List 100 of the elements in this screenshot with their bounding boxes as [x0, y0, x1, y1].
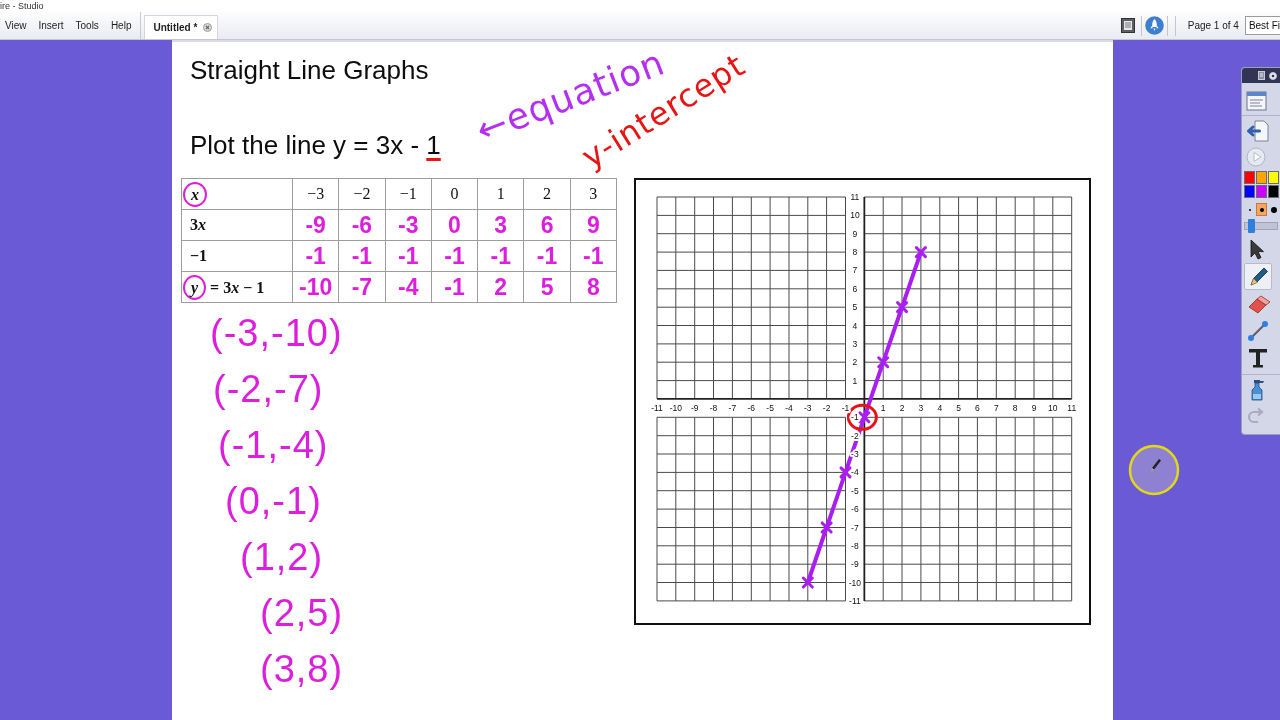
y-tick-label: -8	[851, 540, 859, 551]
handwritten-value: -1	[292, 240, 339, 272]
handwritten-value: -4	[385, 271, 432, 303]
menu-item[interactable]: View	[0, 17, 33, 34]
y-tick-label: 1	[852, 375, 858, 386]
instruction-text: Plot the line y = 3x - 1	[190, 130, 441, 160]
handwritten-value: -1	[385, 240, 432, 272]
x-tick-label: -4	[785, 403, 793, 414]
point-marker	[801, 576, 814, 589]
tool-button[interactable]	[1244, 263, 1272, 290]
color-swatch[interactable]	[1256, 171, 1267, 184]
y-tick-label: 4	[852, 320, 858, 331]
color-swatch[interactable]	[1268, 171, 1279, 184]
handwritten-value: -7	[338, 271, 386, 303]
handwritten-value: 6	[523, 209, 571, 241]
x-tick-label: -8	[709, 403, 718, 414]
point-marker	[820, 521, 833, 534]
close-icon[interactable]	[203, 23, 213, 32]
slider-track[interactable]	[1244, 222, 1278, 230]
circle-icon[interactable]	[1269, 71, 1277, 80]
x-tick-label: 10	[1048, 403, 1058, 414]
arrow-document-icon[interactable]	[1246, 119, 1270, 143]
y-tick-label: -5	[851, 485, 859, 496]
color-swatch[interactable]	[1244, 185, 1255, 198]
y-tick-label: 7	[852, 265, 858, 276]
y-tick-label: 11	[850, 192, 860, 202]
y-tick-label: -11	[849, 595, 861, 606]
y-tick-label: -7	[851, 522, 859, 533]
x-tick-label: -9	[690, 403, 699, 414]
x-tick-label: -1	[841, 403, 850, 414]
window-list-icon[interactable]	[1246, 90, 1268, 112]
page-indicator: Page 1 of 4	[1187, 20, 1239, 31]
menu-item[interactable]: Help	[104, 17, 138, 34]
handwritten-point: (-3,-10)	[210, 311, 343, 355]
handwritten-value: -3	[385, 209, 432, 241]
y-tick-label: -6	[851, 504, 859, 515]
window-title: ire - Studio	[0, 0, 44, 12]
color-swatch[interactable]	[1268, 185, 1279, 198]
x-tick-label: -6	[747, 403, 756, 414]
x-tick-label: 9	[1031, 403, 1037, 414]
menu-item[interactable]: Insert	[32, 17, 70, 34]
handwritten-value: 5	[523, 271, 571, 303]
pen-cursor-icon	[1128, 444, 1180, 496]
handwritten-point: (-2,-7)	[213, 367, 324, 411]
y-tick-label: 6	[852, 283, 858, 294]
y-tick-label: -4	[851, 467, 859, 478]
x-tick-label: -11	[651, 403, 663, 414]
y-tick-label: 3	[852, 338, 858, 349]
x-tick-label: -7	[728, 403, 737, 414]
slider-thumb[interactable]	[1247, 219, 1255, 233]
handwritten-value: -1	[338, 240, 386, 272]
x-tick-label: -2	[822, 403, 831, 414]
x-tick-label: 5	[956, 403, 961, 414]
table-cell: −3	[292, 178, 339, 210]
handwritten-point: (1,2)	[240, 535, 324, 579]
line-tool-icon	[1246, 318, 1270, 343]
table-cell: 3	[570, 178, 617, 210]
handwritten-value: -1	[570, 240, 617, 272]
handwritten-value: -1	[431, 240, 478, 272]
table-cell: 2	[523, 178, 571, 210]
table-cell: −2	[338, 178, 386, 210]
rocket-icon[interactable]	[1144, 16, 1164, 35]
point-marker	[858, 411, 871, 424]
handwritten-value: 8	[570, 271, 617, 303]
handwritten-value: 2	[477, 271, 524, 303]
x-tick-label: 4	[937, 403, 943, 414]
x-tick-label: 2	[899, 403, 905, 414]
table-cell: 0	[431, 178, 478, 210]
x-tick-label: 3	[918, 403, 924, 414]
x-tick-label: 8	[1012, 403, 1018, 414]
y-tick-label: 5	[852, 302, 858, 313]
handwritten-value: 9	[570, 209, 617, 241]
row-label: 3x	[181, 209, 293, 241]
y-tick-label: 2	[852, 357, 858, 368]
handwritten-point: (3,8)	[260, 647, 344, 691]
x-tick-label: -10	[669, 403, 682, 414]
menu-item[interactable]: Tools	[69, 17, 105, 34]
row-label: x	[181, 178, 293, 210]
handwritten-value: -1	[431, 271, 478, 303]
document-tab[interactable]: Untitled *	[144, 15, 219, 39]
x-tick-label: 1	[880, 403, 886, 414]
page-title: Straight Line Graphs	[190, 55, 429, 85]
x-tick-label: -3	[804, 403, 812, 414]
page-view-icon[interactable]	[1120, 18, 1135, 33]
table-cell: −1	[385, 178, 432, 210]
y-tick-label: -10	[848, 577, 862, 588]
color-swatch[interactable]	[1244, 171, 1255, 184]
y-tick-label: 9	[852, 228, 858, 239]
handwritten-value: -1	[477, 240, 524, 272]
zoom-field[interactable]: Best Fi	[1244, 16, 1280, 35]
handwritten-point: (2,5)	[260, 591, 344, 635]
color-swatch[interactable]	[1256, 185, 1267, 198]
y-tick-label: -9	[851, 559, 859, 570]
handwritten-value: -1	[523, 240, 571, 272]
pen-size-option[interactable]	[1256, 203, 1267, 216]
handwritten-value: 0	[431, 209, 478, 241]
y-tick-label: -1	[851, 412, 859, 423]
point-marker	[896, 301, 909, 314]
point-marker	[914, 246, 927, 259]
handwritten-value: -10	[292, 271, 339, 303]
